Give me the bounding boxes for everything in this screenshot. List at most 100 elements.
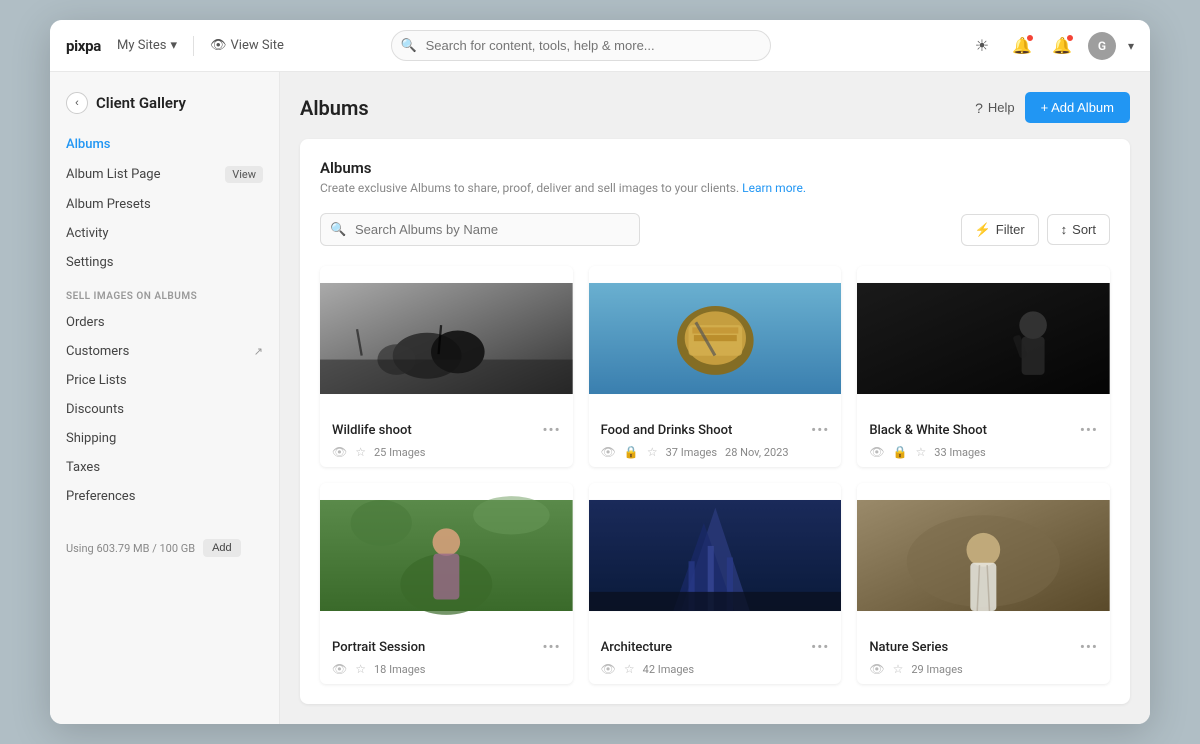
back-button[interactable]: ‹ [66, 92, 88, 114]
album-images-count: 29 Images [911, 663, 962, 676]
sidebar-item-taxes[interactable]: Taxes [50, 453, 279, 482]
my-sites-link[interactable]: My Sites ▾ [117, 38, 177, 53]
album-thumbnail [589, 483, 842, 628]
star-icon[interactable]: ☆ [647, 445, 658, 459]
eye-icon: 👁 [332, 445, 347, 459]
eye-icon: 👁 [332, 662, 347, 676]
star-icon[interactable]: ☆ [916, 445, 927, 459]
album-card[interactable]: Black & White Shoot ••• 👁 🔒 ☆ 33 Images [857, 266, 1110, 467]
eye-icon: 👁 [601, 445, 616, 459]
album-name-row: Food and Drinks Shoot ••• [601, 421, 830, 439]
learn-more-link[interactable]: Learn more. [742, 181, 806, 195]
sidebar: ‹ Client Gallery Albums Album List Page … [50, 72, 280, 724]
album-thumbnail [857, 266, 1110, 411]
album-card[interactable]: Wildlife shoot ••• 👁 ☆ 25 Images [320, 266, 573, 467]
help-icon: ? [975, 100, 983, 116]
filter-bar: 🔍 ⚡ Filter ↕ Sort [320, 213, 1110, 246]
filter-actions: ⚡ Filter ↕ Sort [961, 214, 1110, 246]
album-menu-button[interactable]: ••• [542, 638, 560, 656]
add-album-button[interactable]: + Add Album [1025, 92, 1130, 123]
sidebar-item-album-list-page[interactable]: Album List Page View [50, 159, 279, 190]
album-footer: Portrait Session ••• 👁 ☆ 18 Images [320, 628, 573, 684]
bell-badge [1066, 34, 1074, 42]
album-card[interactable]: Architecture ••• 👁 ☆ 42 Images [589, 483, 842, 684]
album-meta: 👁 ☆ 25 Images [332, 445, 561, 459]
filter-icon: ⚡ [975, 222, 991, 238]
star-icon[interactable]: ☆ [355, 662, 366, 676]
sort-icon: ↕ [1061, 222, 1068, 237]
album-search-icon: 🔍 [330, 222, 346, 237]
content-header: Albums ? Help + Add Album [300, 92, 1130, 123]
album-card[interactable]: Portrait Session ••• 👁 ☆ 18 Images [320, 483, 573, 684]
album-name-row: Architecture ••• [601, 638, 830, 656]
albums-card-desc: Create exclusive Albums to share, proof,… [320, 181, 1110, 195]
sidebar-item-discounts[interactable]: Discounts [50, 395, 279, 424]
album-name: Black & White Shoot [869, 423, 987, 438]
user-avatar[interactable]: G [1088, 32, 1116, 60]
sidebar-item-album-presets[interactable]: Album Presets [50, 190, 279, 219]
sun-icon[interactable]: ☀ [968, 32, 996, 60]
album-card[interactable]: Food and Drinks Shoot ••• 👁 🔒 ☆ 37 Image… [589, 266, 842, 467]
brand-logo: pixpa [66, 37, 101, 55]
sidebar-item-activity[interactable]: Activity [50, 219, 279, 248]
album-card[interactable]: Nature Series ••• 👁 ☆ 29 Images [857, 483, 1110, 684]
global-search-input[interactable] [391, 30, 771, 61]
eye-icon: 👁 [869, 662, 884, 676]
sort-button[interactable]: ↕ Sort [1047, 214, 1110, 245]
album-menu-button[interactable]: ••• [1080, 421, 1098, 439]
albums-card: Albums Create exclusive Albums to share,… [300, 139, 1130, 704]
album-name: Portrait Session [332, 640, 425, 655]
star-icon[interactable]: ☆ [355, 445, 366, 459]
header-actions: ? Help + Add Album [975, 92, 1130, 123]
sidebar-item-settings[interactable]: Settings [50, 248, 279, 277]
eye-icon: 👁 [210, 38, 227, 53]
album-name-row: Nature Series ••• [869, 638, 1098, 656]
eye-icon: 👁 [869, 445, 884, 459]
view-site-link[interactable]: 👁 View Site [210, 38, 284, 53]
chevron-down-icon[interactable]: ▾ [1128, 39, 1134, 53]
sidebar-item-preferences[interactable]: Preferences [50, 482, 279, 511]
page-title: Albums [300, 96, 369, 120]
album-images-count: 42 Images [643, 663, 694, 676]
view-badge[interactable]: View [225, 166, 263, 183]
album-menu-button[interactable]: ••• [542, 421, 560, 439]
star-icon[interactable]: ☆ [624, 662, 635, 676]
notification-badge [1026, 34, 1034, 42]
lock-icon: 🔒 [624, 445, 639, 459]
main-layout: ‹ Client Gallery Albums Album List Page … [50, 72, 1150, 724]
album-menu-button[interactable]: ••• [811, 638, 829, 656]
sidebar-item-shipping[interactable]: Shipping [50, 424, 279, 453]
sidebar-title: Client Gallery [96, 94, 186, 112]
chevron-down-icon: ▾ [170, 38, 177, 53]
sidebar-item-price-lists[interactable]: Price Lists [50, 366, 279, 395]
album-thumbnail [589, 266, 842, 411]
star-icon[interactable]: ☆ [893, 662, 904, 676]
album-meta: 👁 ☆ 18 Images [332, 662, 561, 676]
sidebar-item-customers[interactable]: Customers ↗ [50, 337, 279, 366]
album-menu-button[interactable]: ••• [1080, 638, 1098, 656]
sidebar-item-albums[interactable]: Albums [50, 130, 279, 159]
album-footer: Black & White Shoot ••• 👁 🔒 ☆ 33 Images [857, 411, 1110, 467]
album-menu-button[interactable]: ••• [811, 421, 829, 439]
album-footer: Wildlife shoot ••• 👁 ☆ 25 Images [320, 411, 573, 467]
main-content: Albums ? Help + Add Album Albums Create … [280, 72, 1150, 724]
album-name: Food and Drinks Shoot [601, 423, 733, 438]
lock-icon: 🔒 [893, 445, 908, 459]
bell-icon[interactable]: 🔔 [1048, 32, 1076, 60]
storage-info: Using 603.79 MB / 100 GB Add [50, 523, 279, 573]
help-button[interactable]: ? Help [975, 100, 1015, 116]
album-search-input[interactable] [320, 213, 640, 246]
sidebar-item-orders[interactable]: Orders [50, 308, 279, 337]
album-images-count: 25 Images [374, 446, 425, 459]
album-name: Wildlife shoot [332, 423, 412, 438]
album-thumbnail [857, 483, 1110, 628]
album-meta: 👁 🔒 ☆ 37 Images 28 Nov, 2023 [601, 445, 830, 459]
album-name-row: Portrait Session ••• [332, 638, 561, 656]
external-link-icon: ↗ [254, 345, 263, 358]
sell-section-label: SELL IMAGES ON ALBUMS [50, 277, 279, 308]
album-meta: 👁 ☆ 42 Images [601, 662, 830, 676]
notifications-icon[interactable]: 🔔 [1008, 32, 1036, 60]
add-storage-button[interactable]: Add [203, 539, 241, 557]
album-thumbnail [320, 266, 573, 411]
filter-button[interactable]: ⚡ Filter [961, 214, 1039, 246]
